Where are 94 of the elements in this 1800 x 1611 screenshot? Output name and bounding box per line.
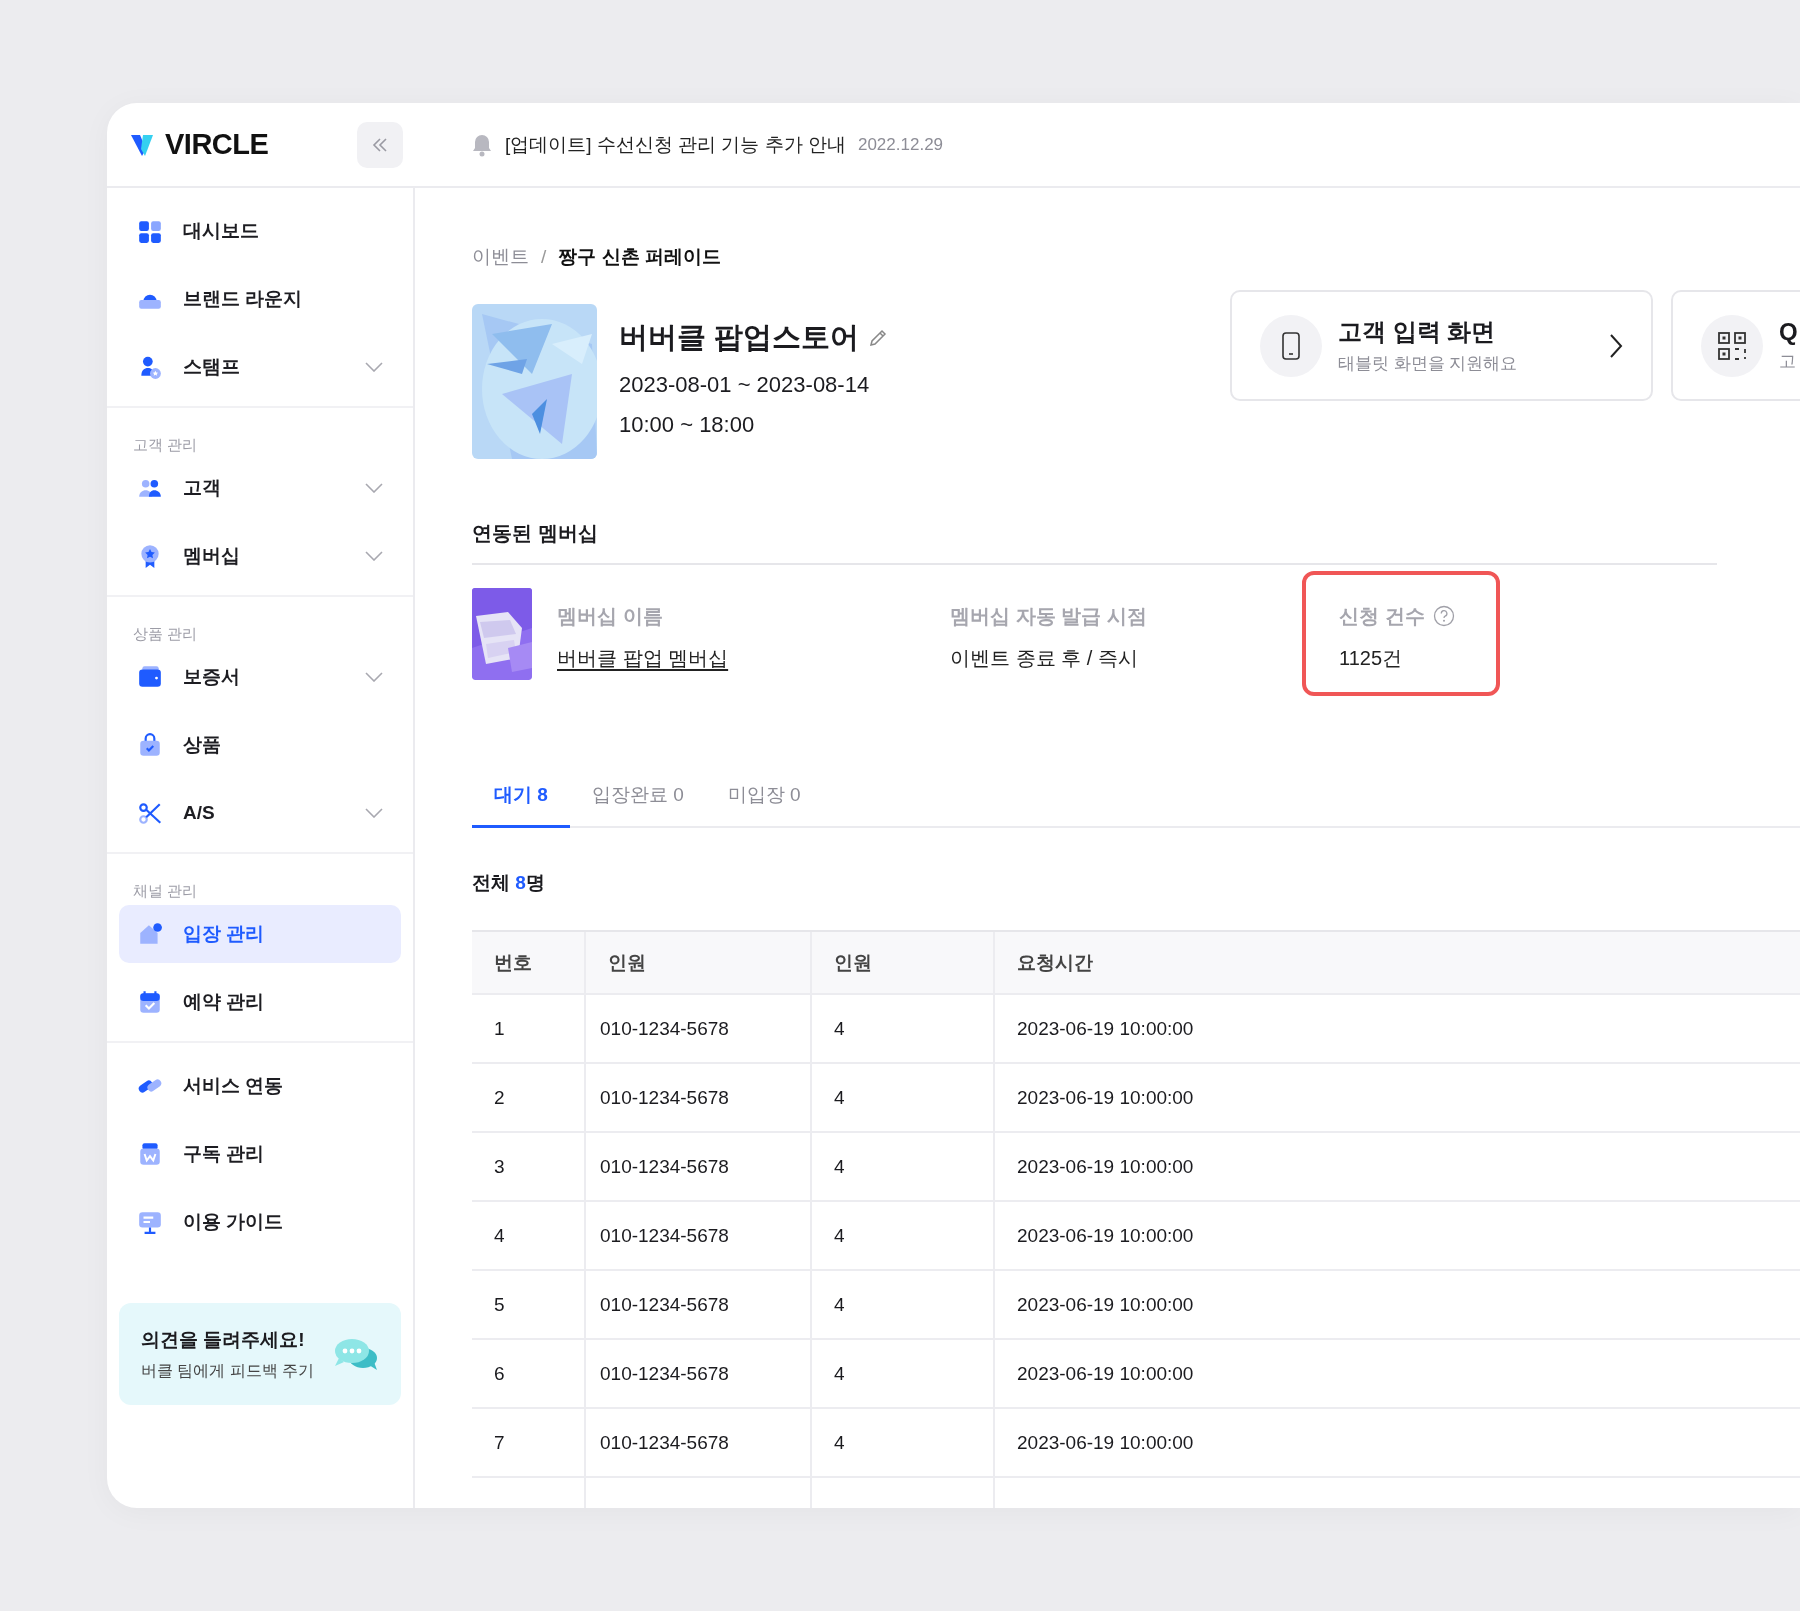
collapse-button[interactable]: [357, 121, 403, 168]
sidebar-item[interactable]: 서비스 연동: [119, 1057, 401, 1115]
table-cell: 7: [472, 1409, 586, 1476]
table-cell: 6: [472, 1340, 586, 1407]
section-label: 고객 관리: [132, 435, 199, 455]
card-subtitle: 고: [1779, 351, 1797, 373]
chevron-down-icon: [365, 483, 383, 493]
chevron-right-icon: [1609, 332, 1623, 359]
card-subtitle: 태블릿 화면을 지원해요: [1338, 353, 1518, 375]
shortcut-card[interactable]: Q 고: [1671, 290, 1800, 401]
table-cell: 4: [812, 1202, 995, 1269]
table-cell-text: 2023-06-19 10:00:00: [1016, 1223, 1195, 1248]
column-header: 인원: [586, 932, 812, 993]
scissors-icon: [137, 800, 163, 826]
feedback-card[interactable]: 의견을 들려주세요! 버클 팀에게 피드백 주기: [119, 1303, 401, 1405]
event-hours: 10:00 ~ 18:00: [619, 412, 756, 438]
table-cell-text: 2023-06-19 10:00:00: [1016, 1430, 1195, 1455]
column-header: 인원: [812, 932, 995, 993]
table-cell: 5: [472, 1271, 586, 1338]
event-title: 버버클 팝업스토어: [619, 320, 860, 355]
event-dates: 2023-08-01 ~ 2023-08-14: [619, 372, 871, 398]
section-label: 채널 관리: [132, 881, 199, 901]
calendar-icon: [137, 989, 163, 1015]
table-cell: 4: [812, 995, 995, 1062]
table-cell: 4: [812, 1340, 995, 1407]
sidebar-item[interactable]: 보증서: [119, 648, 401, 706]
field-value: 이벤트 종료 후 / 즉시: [950, 646, 1139, 671]
total-count: 전체 8명: [472, 871, 546, 895]
table-cell: 010-1234-5678: [586, 995, 812, 1062]
sidebar-item[interactable]: 구독 관리: [119, 1125, 401, 1183]
bell-icon: [471, 132, 493, 157]
card-title: Q: [1779, 318, 1798, 346]
sidebar-item[interactable]: 이용 가이드: [119, 1193, 401, 1251]
sidebar-item[interactable]: A/S: [119, 784, 401, 842]
column-header: 요청시간: [1016, 950, 1094, 975]
chevron-down-icon: [365, 362, 383, 372]
table-cell-text: 2023-06-19 10:00:00: [1016, 1085, 1195, 1110]
table-cell: 4: [812, 1064, 995, 1131]
table-cell-text: 2023-06-19 10:00:00: [1016, 1361, 1195, 1386]
qr-code-icon: [1717, 330, 1747, 361]
sidebar-item[interactable]: 고객: [119, 459, 401, 517]
help-icon[interactable]: [1432, 605, 1455, 627]
table-cell: 4: [812, 1271, 995, 1338]
feedback-title: 의견을 들려주세요!: [141, 1327, 306, 1352]
table-cell: 2: [472, 1064, 586, 1131]
sidebar-item[interactable]: 브랜드 라운지: [119, 270, 401, 328]
wallet-icon: [137, 664, 163, 690]
field-label: 멤버십 이름: [557, 603, 663, 629]
notice-text[interactable]: [업데이트] 수선신청 관리 기능 추가 안내: [505, 131, 846, 158]
chevron-down-icon: [365, 672, 383, 682]
membership-link[interactable]: 버버클 팝업 멤버십: [557, 645, 942, 672]
field-label: 신청 건수: [1339, 603, 1425, 629]
tab[interactable]: 대기 8: [472, 765, 570, 828]
column-header: 번호: [472, 932, 586, 993]
tablet-icon: [1280, 330, 1302, 361]
field-value: 1125건: [1339, 646, 1403, 671]
breadcrumb-current: 짱구 신촌 퍼레이드: [558, 245, 721, 269]
table-cell: 010-1234-5678: [586, 1064, 812, 1131]
table-cell: 4: [812, 1133, 995, 1200]
sidebar-item[interactable]: 예약 관리: [119, 973, 401, 1031]
grid-icon: [137, 218, 163, 244]
table-cell: 4: [472, 1202, 586, 1269]
section-label: 상품 관리: [132, 624, 199, 644]
logo-text: VIRCLE: [165, 128, 269, 161]
shortcut-card[interactable]: 고객 입력 화면 태블릿 화면을 지원해요: [1230, 290, 1653, 401]
table-cell: 010-1234-5678: [586, 1202, 812, 1269]
feedback-subtitle: 버클 팀에게 피드백 주기: [141, 1360, 315, 1381]
table-cell: 3: [472, 1133, 586, 1200]
breadcrumb-separator: /: [541, 246, 547, 268]
house-icon: [137, 921, 163, 947]
table-cell: 010-1234-5678: [586, 1271, 812, 1338]
chat-bubbles-icon: [333, 1336, 379, 1372]
field-label: 멤버십 자동 발급 시점: [950, 603, 1147, 629]
card-title: 고객 입력 화면: [1338, 317, 1497, 347]
table-cell-text: 2023-06-19 10:00:00: [1016, 1016, 1195, 1041]
chevron-down-icon: [365, 808, 383, 818]
shopping-bag-icon: [137, 732, 163, 758]
table-cell: 4: [812, 1409, 995, 1476]
sidebar-item[interactable]: 스탬프: [119, 338, 401, 396]
notice-date: 2022.12.29: [857, 134, 944, 155]
section-heading: 연동된 멤버십: [472, 520, 1717, 565]
sidebar-item[interactable]: 입장 관리: [119, 905, 401, 963]
table-cell: 010-1234-5678: [586, 1409, 812, 1476]
sidebar-item[interactable]: 상품: [119, 716, 401, 774]
table-cell: 010-1234-5678: [586, 1340, 812, 1407]
monitor-icon: [137, 1209, 163, 1235]
table-cell: 1: [472, 995, 586, 1062]
table-cell: 010-1234-5678: [586, 1133, 812, 1200]
sidebar-item[interactable]: 대시보드: [119, 202, 401, 260]
box-icon: [137, 1141, 163, 1167]
table-cell-text: 2023-06-19 10:00:00: [1016, 1154, 1195, 1179]
sidebar-item[interactable]: 멤버십: [119, 527, 401, 585]
chevron-down-icon: [365, 551, 383, 561]
table-cell-text: 2023-06-19 10:00:00: [1016, 1292, 1195, 1317]
